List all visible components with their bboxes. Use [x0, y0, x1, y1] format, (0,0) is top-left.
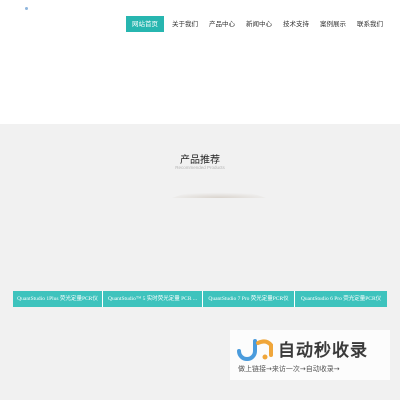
site-header: 网站首页 关于我们 产品中心 新闻中心 技术支持 案例展示 联系我们 [0, 0, 400, 124]
product-strip: QuantStudio 1Plus 荧光定量PCR仪 QuantStudio™ … [13, 291, 387, 307]
product-item[interactable]: QuantStudio 1Plus 荧光定量PCR仪 [13, 291, 103, 307]
nav-item-contact[interactable]: 联系我们 [357, 16, 383, 32]
nav-item-about[interactable]: 关于我们 [172, 16, 198, 32]
section-subtitle: Recommended Products [175, 165, 225, 170]
nav-item-products[interactable]: 产品中心 [209, 16, 235, 32]
main-nav: 网站首页 关于我们 产品中心 新闻中心 技术支持 案例展示 联系我们 [126, 16, 383, 32]
decorative-arc-icon [172, 189, 266, 198]
product-item[interactable]: QuantStudio 6 Pro 荧光定量PCR仪 [295, 291, 387, 307]
section-title: 产品推荐 [180, 155, 220, 166]
watermark-brand: 自动秒收录 [278, 341, 368, 361]
nav-item-news[interactable]: 新闻中心 [246, 16, 272, 32]
jz-logo-icon [237, 339, 273, 361]
nav-item-home[interactable]: 网站首页 [126, 16, 164, 32]
watermark-tagline: 做上链接→来访一次→自动收录→ [238, 365, 340, 373]
logo[interactable] [25, 7, 28, 10]
product-item[interactable]: QuantStudio 7 Pro 荧光定量PCR仪 [203, 291, 295, 307]
watermark: 自动秒收录 做上链接→来访一次→自动收录→ [230, 330, 390, 380]
nav-item-cases[interactable]: 案例展示 [320, 16, 346, 32]
nav-item-support[interactable]: 技术支持 [283, 16, 309, 32]
product-item[interactable]: QuantStudio™ 5 实时荧光定量 PCR ... [103, 291, 203, 307]
